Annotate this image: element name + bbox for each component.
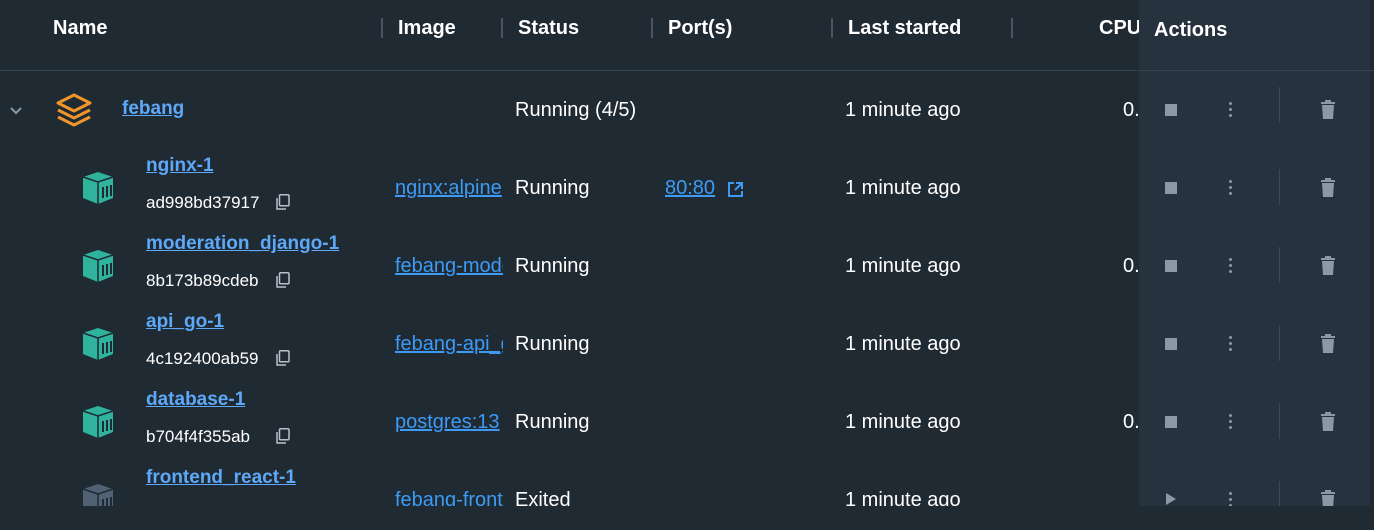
- column-resizer[interactable]: [831, 18, 833, 38]
- column-resizer[interactable]: [651, 18, 653, 38]
- action-divider: [1279, 403, 1280, 439]
- action-divider: [1279, 169, 1280, 205]
- copy-icon[interactable]: [275, 194, 290, 210]
- container-cpu: 0.: [1123, 411, 1140, 433]
- actions-header-divider: [1139, 70, 1370, 71]
- container-last-started: 1 minute ago: [845, 255, 961, 277]
- container-status: Running: [515, 255, 590, 277]
- more-options-icon[interactable]: [1229, 180, 1233, 196]
- more-options-icon[interactable]: [1229, 102, 1233, 118]
- column-header-ports[interactable]: Port(s): [668, 16, 732, 40]
- delete-icon[interactable]: [1320, 178, 1336, 202]
- external-link-icon[interactable]: [727, 181, 744, 203]
- container-id: b704f4f355ab: [146, 427, 250, 446]
- port-link[interactable]: 80:80: [665, 176, 715, 200]
- container-icon: [79, 171, 117, 210]
- delete-icon[interactable]: [1320, 256, 1336, 280]
- container-status: Running: [515, 177, 590, 199]
- group-cpu: 0.: [1123, 99, 1140, 121]
- container-icon: [79, 249, 117, 288]
- container-icon: [79, 327, 117, 366]
- container-id: 4c192400ab59: [146, 349, 259, 368]
- container-name-link[interactable]: api_go-1: [146, 311, 224, 333]
- group-last-started: 1 minute ago: [845, 99, 961, 121]
- container-id: ad998bd37917: [146, 193, 260, 212]
- column-resizer[interactable]: [501, 18, 503, 38]
- action-divider: [1279, 325, 1280, 361]
- delete-icon[interactable]: [1320, 412, 1336, 436]
- container-image-link[interactable]: febang-moderation_django: [395, 254, 503, 278]
- column-resizer[interactable]: [381, 18, 383, 38]
- container-image-link[interactable]: nginx:alpine: [395, 176, 503, 200]
- container-id: 8b173b89cdeb: [146, 271, 259, 290]
- action-divider: [1279, 247, 1280, 283]
- more-options-icon[interactable]: [1229, 414, 1233, 430]
- container-name-link[interactable]: moderation_django-1: [146, 233, 339, 255]
- container-name-link[interactable]: nginx-1: [146, 155, 214, 177]
- container-name-link[interactable]: frontend_react-1: [146, 467, 296, 489]
- more-options-icon[interactable]: [1229, 336, 1233, 352]
- container-image-link[interactable]: febang-api_go: [395, 332, 503, 356]
- container-icon: [79, 405, 117, 444]
- container-image-link[interactable]: postgres:13: [395, 410, 503, 434]
- delete-icon[interactable]: [1320, 100, 1336, 124]
- delete-icon[interactable]: [1320, 334, 1336, 358]
- group-status: Running (4/5): [515, 99, 637, 121]
- copy-icon[interactable]: [275, 272, 290, 288]
- container-status: Running: [515, 411, 590, 433]
- copy-icon[interactable]: [275, 350, 290, 366]
- container-cpu: 0.: [1123, 255, 1140, 277]
- column-header-last-started[interactable]: Last started: [848, 16, 961, 40]
- container-last-started: 1 minute ago: [845, 177, 961, 199]
- stop-button[interactable]: [1165, 182, 1177, 194]
- container-last-started: 1 minute ago: [845, 333, 961, 355]
- column-resizer[interactable]: [1011, 18, 1013, 38]
- column-header-status[interactable]: Status: [518, 16, 579, 40]
- stop-button[interactable]: [1165, 338, 1177, 350]
- container-last-started: 1 minute ago: [845, 411, 961, 433]
- action-divider: [1279, 87, 1280, 123]
- copy-icon[interactable]: [275, 428, 290, 444]
- more-options-icon[interactable]: [1229, 258, 1233, 274]
- stop-button[interactable]: [1165, 260, 1177, 272]
- column-header-name[interactable]: Name: [53, 16, 107, 40]
- expand-chevron-icon[interactable]: [9, 103, 23, 121]
- column-header-actions: Actions: [1154, 19, 1228, 41]
- column-header-image[interactable]: Image: [398, 16, 456, 40]
- viewport-bottom: [0, 506, 1374, 530]
- container-status: Running: [515, 333, 590, 355]
- container-name-link[interactable]: database-1: [146, 389, 245, 411]
- column-header-cpu[interactable]: CPU: [1099, 16, 1141, 40]
- stop-button[interactable]: [1165, 416, 1177, 428]
- stack-icon: [54, 92, 94, 133]
- group-name-link[interactable]: febang: [122, 98, 184, 120]
- stop-button[interactable]: [1165, 104, 1177, 116]
